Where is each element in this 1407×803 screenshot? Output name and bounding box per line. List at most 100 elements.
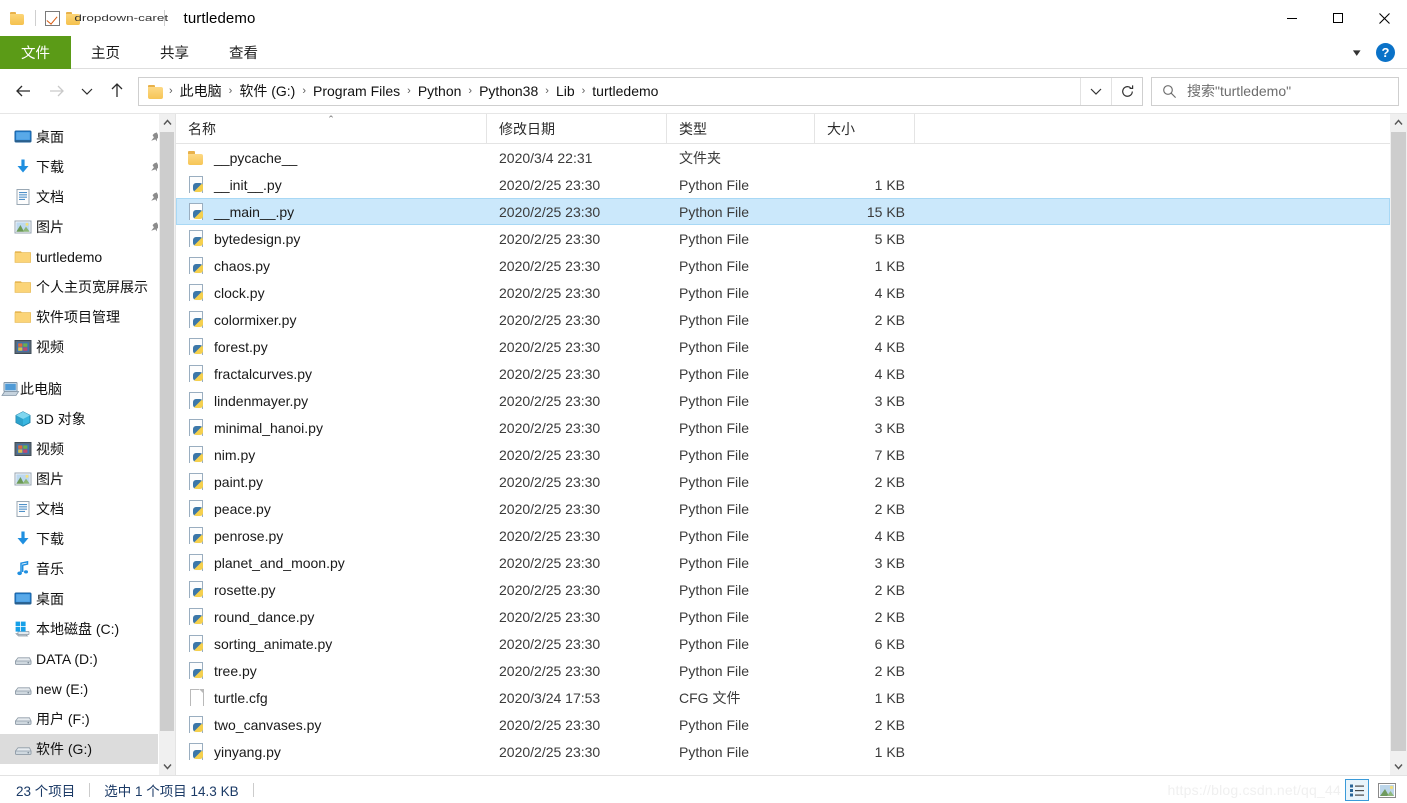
column-name[interactable]: ⌃ 名称 — [176, 114, 487, 143]
table-row[interactable]: lindenmayer.py 2020/2/25 23:30 Python File… — [176, 387, 1390, 414]
sidebar-item-[interactable]: 音乐 — [0, 554, 175, 584]
sidebar-item-turtledemo[interactable]: turtledemo — [0, 242, 175, 272]
scrollbar-thumb[interactable] — [160, 132, 174, 731]
table-row[interactable]: bytedesign.py 2020/2/25 23:30 Python File 5… — [176, 225, 1390, 252]
scrollbar-thumb[interactable] — [1391, 132, 1406, 751]
breadcrumb-item-python[interactable]: Python — [413, 83, 467, 99]
properties-checkbox-icon[interactable] — [45, 10, 60, 26]
table-row[interactable]: __pycache__ 2020/3/4 22:31 文件夹 — [176, 144, 1390, 171]
tab-share[interactable]: 共享 — [140, 36, 209, 69]
tab-file[interactable]: 文件 — [0, 36, 71, 69]
ribbon-tab-strip: 文件 主页 共享 查看 ▾ ? — [0, 36, 1407, 69]
sidebar-item-[interactable]: 视频 — [0, 332, 175, 362]
file-type-cell: Python File — [679, 257, 750, 274]
sidebar-item-[interactable]: 图片 — [0, 464, 175, 494]
this-pc-icon — [0, 380, 20, 398]
sidebar-item-3d[interactable]: 3D 对象 — [0, 404, 175, 434]
sidebar-item-[interactable]: 此电脑 — [0, 374, 175, 404]
file-size-cell: 3 KB — [874, 392, 905, 409]
sidebar-item-data-d[interactable]: DATA (D:) — [0, 644, 175, 674]
file-size-cell: 4 KB — [874, 527, 905, 544]
search-icon — [1163, 84, 1177, 98]
python-file-icon — [188, 473, 205, 490]
table-row[interactable]: fractalcurves.py 2020/2/25 23:30 Python Fi… — [176, 360, 1390, 387]
table-row[interactable]: yinyang.py 2020/2/25 23:30 Python File 1 KB — [176, 738, 1390, 765]
scroll-up-icon[interactable] — [159, 114, 175, 131]
sidebar-item-[interactable]: 视频 — [0, 434, 175, 464]
sidebar-item-[interactable]: 桌面 — [0, 584, 175, 614]
file-name-cell: chaos.py — [176, 257, 487, 274]
maximize-button[interactable] — [1315, 0, 1361, 36]
breadcrumb-item-lib[interactable]: Lib — [551, 83, 580, 99]
column-date-modified[interactable]: 修改日期 — [487, 114, 667, 143]
sidebar-item-[interactable]: 下载 — [0, 524, 175, 554]
table-row[interactable]: nim.py 2020/2/25 23:30 Python File 7 KB — [176, 441, 1390, 468]
file-size-cell: 4 KB — [874, 365, 905, 382]
table-row[interactable]: paint.py 2020/2/25 23:30 Python File 2 KB — [176, 468, 1390, 495]
breadcrumb-item-turtledemo[interactable]: turtledemo — [587, 83, 663, 99]
refresh-button[interactable] — [1111, 77, 1142, 105]
sidebar-item-label: 音乐 — [36, 561, 64, 577]
breadcrumb-item-this-pc[interactable]: 此电脑 — [175, 81, 227, 101]
scroll-down-icon[interactable] — [159, 758, 175, 775]
address-bar[interactable]: › 此电脑 › 软件 (G:) › Program Files › Python… — [138, 76, 1143, 106]
forward-button[interactable] — [40, 75, 74, 107]
table-row[interactable]: minimal_hanoi.py 2020/2/25 23:30 Python Fi… — [176, 414, 1390, 441]
close-button[interactable] — [1361, 0, 1407, 36]
sidebar-item-[interactable]: 图片 — [0, 212, 175, 242]
table-row[interactable]: forest.py 2020/2/25 23:30 Python File 4 KB — [176, 333, 1390, 360]
sidebar-item-[interactable]: 桌面 — [0, 122, 175, 152]
table-row[interactable]: chaos.py 2020/2/25 23:30 Python File 1 KB — [176, 252, 1390, 279]
file-list-scrollbar[interactable] — [1390, 114, 1407, 775]
sidebar-item-c[interactable]: 本地磁盘 (C:) — [0, 614, 175, 644]
table-row[interactable]: clock.py 2020/2/25 23:30 Python File 4 KB — [176, 279, 1390, 306]
scroll-up-icon[interactable] — [1390, 114, 1407, 131]
sidebar-item-[interactable]: 文档 — [0, 494, 175, 524]
column-size[interactable]: 大小 — [815, 114, 915, 143]
file-size-cell: 1 KB — [874, 176, 905, 193]
breadcrumb-item-python38[interactable]: Python38 — [474, 83, 543, 99]
minimize-button[interactable] — [1269, 0, 1315, 36]
scroll-down-icon[interactable] — [1390, 758, 1407, 775]
breadcrumb-item-program-files[interactable]: Program Files — [308, 83, 405, 99]
sidebar-item-f[interactable]: 用户 (F:) — [0, 704, 175, 734]
table-row[interactable]: penrose.py 2020/2/25 23:30 Python File 4 KB — [176, 522, 1390, 549]
sidebar-item-[interactable]: 文档 — [0, 182, 175, 212]
details-view-button[interactable] — [1345, 779, 1369, 801]
folder-icon[interactable] — [10, 11, 26, 25]
table-row[interactable]: peace.py 2020/2/25 23:30 Python File 2 KB — [176, 495, 1390, 522]
sidebar-item-g[interactable]: 软件 (G:) — [0, 734, 175, 764]
status-divider — [252, 782, 254, 797]
table-row[interactable]: rosette.py 2020/2/25 23:30 Python File 2 KB — [176, 576, 1390, 603]
search-input[interactable]: 搜索"turtledemo" — [1151, 76, 1399, 106]
table-row[interactable]: tree.py 2020/2/25 23:30 Python File 2 KB — [176, 657, 1390, 684]
column-type[interactable]: 类型 — [667, 114, 815, 143]
table-row[interactable]: __init__.py 2020/2/25 23:30 Python File 1 K… — [176, 171, 1390, 198]
table-row[interactable]: sorting_animate.py 2020/2/25 23:30 Python … — [176, 630, 1390, 657]
python-file-icon — [188, 635, 205, 652]
back-button[interactable] — [6, 75, 40, 107]
up-button[interactable] — [100, 75, 134, 107]
table-row[interactable]: round_dance.py 2020/2/25 23:30 Python File… — [176, 603, 1390, 630]
tab-view[interactable]: 查看 — [209, 36, 278, 69]
address-dropdown-button[interactable] — [1080, 77, 1111, 105]
chevron-down-icon[interactable]: ▾ — [1345, 46, 1370, 59]
table-row[interactable]: turtle.cfg 2020/3/24 17:53 CFG 文件 1 KB — [176, 684, 1390, 711]
navigation-pane-scrollbar[interactable] — [158, 114, 175, 775]
table-row[interactable]: __main__.py 2020/2/25 23:30 Python File 15 … — [176, 198, 1390, 225]
column-header-row: ⌃ 名称 修改日期 类型 大小 — [176, 114, 1407, 144]
sidebar-item-[interactable]: 个人主页宽屏展示 — [0, 272, 175, 302]
sidebar-item-new-e[interactable]: new (E:) — [0, 674, 175, 704]
chevron-down-icon[interactable]: dropdown-caret — [71, 13, 171, 23]
help-icon[interactable]: ? — [1376, 43, 1395, 62]
table-row[interactable]: planet_and_moon.py 2020/2/25 23:30 Python … — [176, 549, 1390, 576]
thumbnail-view-button[interactable] — [1375, 779, 1399, 801]
sidebar-item-[interactable]: 软件项目管理 — [0, 302, 175, 332]
tab-home[interactable]: 主页 — [71, 36, 140, 69]
table-row[interactable]: two_canvases.py 2020/2/25 23:30 Python Fil… — [176, 711, 1390, 738]
breadcrumb-item-drive-g[interactable]: 软件 (G:) — [234, 81, 300, 101]
table-row[interactable]: colormixer.py 2020/2/25 23:30 Python File 2… — [176, 306, 1390, 333]
file-type-cell: Python File — [679, 608, 750, 625]
sidebar-item-[interactable]: 下载 — [0, 152, 175, 182]
recent-locations-button[interactable] — [74, 75, 100, 107]
